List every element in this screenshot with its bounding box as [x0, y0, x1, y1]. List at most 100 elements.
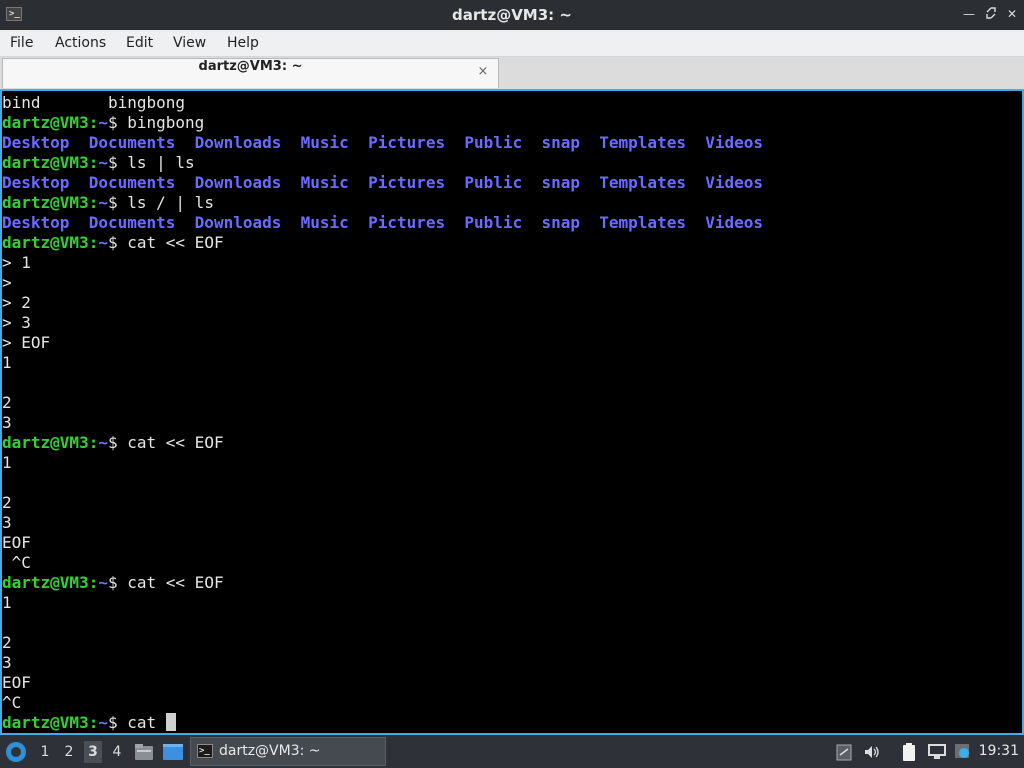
taskbar: 1 2 3 4 >_ dartz@VM3: ~ 19:31 [0, 735, 1024, 768]
terminal-text: ~ [98, 113, 108, 132]
tab-terminal[interactable]: dartz@VM3: ~ × [2, 58, 499, 88]
file-manager-icon[interactable] [134, 743, 154, 765]
terminal-text: : [88, 113, 99, 132]
terminal-text: $ cat << EOF [107, 433, 224, 452]
clipboard-icon[interactable] [836, 743, 852, 765]
network-icon[interactable] [927, 743, 947, 765]
menu-file[interactable]: File [10, 30, 33, 56]
menu-edit[interactable]: Edit [126, 30, 153, 56]
terminal-line: 3 [2, 513, 1022, 533]
window-title: dartz@VM3: ~ [452, 6, 572, 24]
window-titlebar[interactable]: >_ dartz@VM3: ~ — ✕ [0, 0, 1024, 30]
terminal-text: : [88, 713, 99, 732]
close-icon[interactable]: ✕ [1005, 7, 1019, 21]
menu-bar: File Actions Edit View Help [0, 30, 1024, 57]
terminal-text: : [88, 233, 99, 252]
workspace-3[interactable]: 3 [84, 741, 102, 763]
restore-icon[interactable] [984, 7, 998, 21]
update-icon[interactable] [954, 743, 972, 765]
terminal-text: 2 [2, 493, 12, 512]
terminal-line: > 1 [2, 253, 1022, 273]
terminal-text: ~ [98, 433, 108, 452]
directory-name: Documents [88, 213, 176, 232]
terminal-line: ^C [2, 553, 1022, 573]
menu-view[interactable]: View [173, 30, 206, 56]
terminal-text: ~ [98, 573, 108, 592]
terminal-line: > 3 [2, 313, 1022, 333]
taskbar-terminal-task[interactable]: >_ dartz@VM3: ~ [190, 737, 386, 766]
workspace-1[interactable]: 1 [36, 741, 54, 763]
terminal-line: 2 [2, 393, 1022, 413]
terminal-line: 1 [2, 593, 1022, 613]
tab-close-icon[interactable]: × [476, 65, 490, 79]
power-icon[interactable] [899, 743, 919, 767]
menu-actions[interactable]: Actions [55, 30, 106, 56]
terminal-line: dartz@VM3:~$ cat [2, 713, 1022, 733]
terminal-text: dartz@VM3 [2, 233, 89, 252]
terminal-text: dartz@VM3 [2, 573, 89, 592]
directory-name: Pictures [368, 213, 446, 232]
workspace-2[interactable]: 2 [60, 741, 78, 763]
terminal-line: dartz@VM3:~$ cat << EOF [2, 433, 1022, 453]
terminal-cursor [165, 713, 176, 731]
directory-name: Desktop [2, 173, 70, 192]
minimize-icon[interactable]: — [962, 7, 976, 21]
terminal-text: 1 [2, 593, 12, 612]
terminal-line: 2 [2, 633, 1022, 653]
terminal-text: > EOF [2, 333, 51, 352]
terminal-text: 3 [2, 413, 12, 432]
terminal-line: 1 [2, 353, 1022, 373]
show-desktop-icon[interactable] [162, 743, 184, 765]
terminal-line: dartz@VM3:~$ cat << EOF [2, 233, 1022, 253]
directory-name: Downloads [194, 173, 282, 192]
terminal-text: bind bingbong [2, 93, 186, 112]
tab-label: dartz@VM3: ~ [198, 59, 303, 74]
terminal-icon: >_ [197, 744, 213, 758]
directory-name: Templates [599, 173, 686, 192]
terminal-text: ~ [98, 713, 108, 732]
directory-name: Music [300, 133, 349, 152]
terminal-view[interactable]: bind bingbong dartz@VM3:~$ bingbong Deskto… [0, 89, 1024, 735]
menu-help[interactable]: Help [227, 30, 259, 56]
start-menu-icon[interactable] [6, 742, 26, 762]
terminal-line: dartz@VM3:~$ ls / | ls [2, 193, 1022, 213]
terminal-line: dartz@VM3:~$ bingbong [2, 113, 1022, 133]
volume-icon[interactable] [863, 743, 881, 765]
terminal-line: > [2, 273, 1022, 293]
terminal-output: bind bingbong dartz@VM3:~$ bingbong Deskto… [2, 93, 1022, 733]
directory-name: Desktop [2, 213, 70, 232]
terminal-text: ~ [98, 233, 108, 252]
terminal-line: Desktop Documents Downloads Music Pictur… [2, 133, 1022, 153]
terminal-text: $ ls / | ls [107, 193, 214, 212]
terminal-text: 3 [2, 653, 12, 672]
terminal-text: > 2 [2, 293, 31, 312]
terminal-text: dartz@VM3 [2, 713, 89, 732]
terminal-line: 3 [2, 653, 1022, 673]
terminal-line: bind bingbong [2, 93, 1022, 113]
task-label: dartz@VM3: ~ [219, 743, 321, 759]
workspace-4[interactable]: 4 [108, 741, 126, 763]
terminal-line: 2 [2, 493, 1022, 513]
terminal-text: ~ [98, 153, 108, 172]
terminal-text: : [88, 153, 99, 172]
